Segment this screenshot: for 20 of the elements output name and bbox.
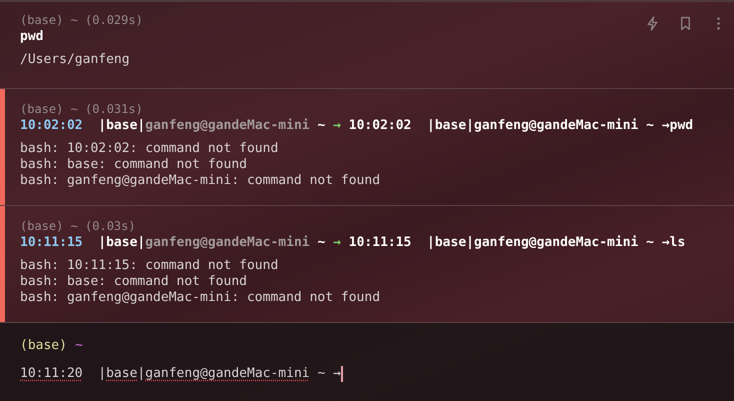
command-text: 10:11:15 |base|ganfeng@gandeMac-mini ~ → 10:11:15 |base|ganfeng@gandeMac-mini ~ →ls [20,234,686,252]
input-text: ~ → [316,366,341,381]
input-text: ganfeng@gandeMac-mini [145,366,310,381]
command-output: bash: 10:02:02: command not found bash: base: command not found bash: ganfeng@gandeMac-mini: command not found [20,141,382,189]
lightning-icon[interactable] [645,16,660,31]
prompt-env: (base) [20,338,67,353]
input-text: | [137,366,146,381]
command-output: bash: 10:11:15: command not found bash: base: command not found bash: ganfeng@gandeMac-mini: command not found [20,258,382,306]
input-text: 10:11:20 [20,366,83,381]
text-cursor [340,366,343,382]
command-text: pwd [20,28,44,46]
command-text: 10:02:02 |base|ganfeng@gandeMac-mini ~ → 10:02:02 |base|ganfeng@gandeMac-mini ~ →pwd [20,117,694,135]
block-header: (base) ~ (0.029s) [20,12,143,28]
input-text: | [97,366,106,381]
input-text: base [106,366,138,381]
command-output: /Users/ganfeng [20,52,131,68]
prompt-dir: ~ [74,338,83,353]
block-header: (base) ~ (0.03s) [20,218,136,234]
bookmark-icon[interactable] [678,16,693,31]
block-header: (base) ~ (0.031s) [20,101,143,117]
